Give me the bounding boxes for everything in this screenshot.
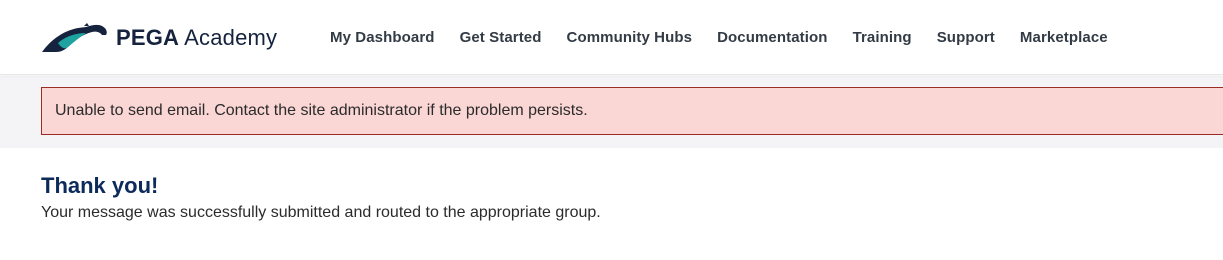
logo-product: Academy bbox=[184, 25, 278, 50]
nav-support[interactable]: Support bbox=[937, 29, 995, 46]
nav-community-hubs[interactable]: Community Hubs bbox=[567, 29, 693, 46]
confirmation-message: Your message was successfully submitted … bbox=[41, 204, 601, 221]
logo-brand: PEGA bbox=[116, 25, 180, 50]
pega-academy-logo[interactable]: PEGA Academy bbox=[40, 22, 277, 54]
nav-training[interactable]: Training bbox=[853, 29, 912, 46]
page-title: Thank you! bbox=[41, 173, 159, 198]
alert-region: Unable to send email. Contact the site a… bbox=[0, 76, 1223, 148]
main-content: Thank you! Your message was successfully… bbox=[41, 172, 601, 224]
site-header: PEGA Academy My Dashboard Get Started Com… bbox=[0, 0, 1223, 75]
nav-marketplace[interactable]: Marketplace bbox=[1020, 29, 1108, 46]
error-alert-message: Unable to send email. Contact the site a… bbox=[55, 102, 588, 119]
logo-text: PEGA Academy bbox=[116, 25, 277, 51]
nav-get-started[interactable]: Get Started bbox=[460, 29, 542, 46]
main-nav: My Dashboard Get Started Community Hubs … bbox=[330, 0, 1133, 75]
nav-my-dashboard[interactable]: My Dashboard bbox=[330, 29, 435, 46]
nav-documentation[interactable]: Documentation bbox=[717, 29, 827, 46]
pega-horse-logo-icon bbox=[42, 23, 107, 52]
error-alert: Unable to send email. Contact the site a… bbox=[41, 87, 1223, 135]
